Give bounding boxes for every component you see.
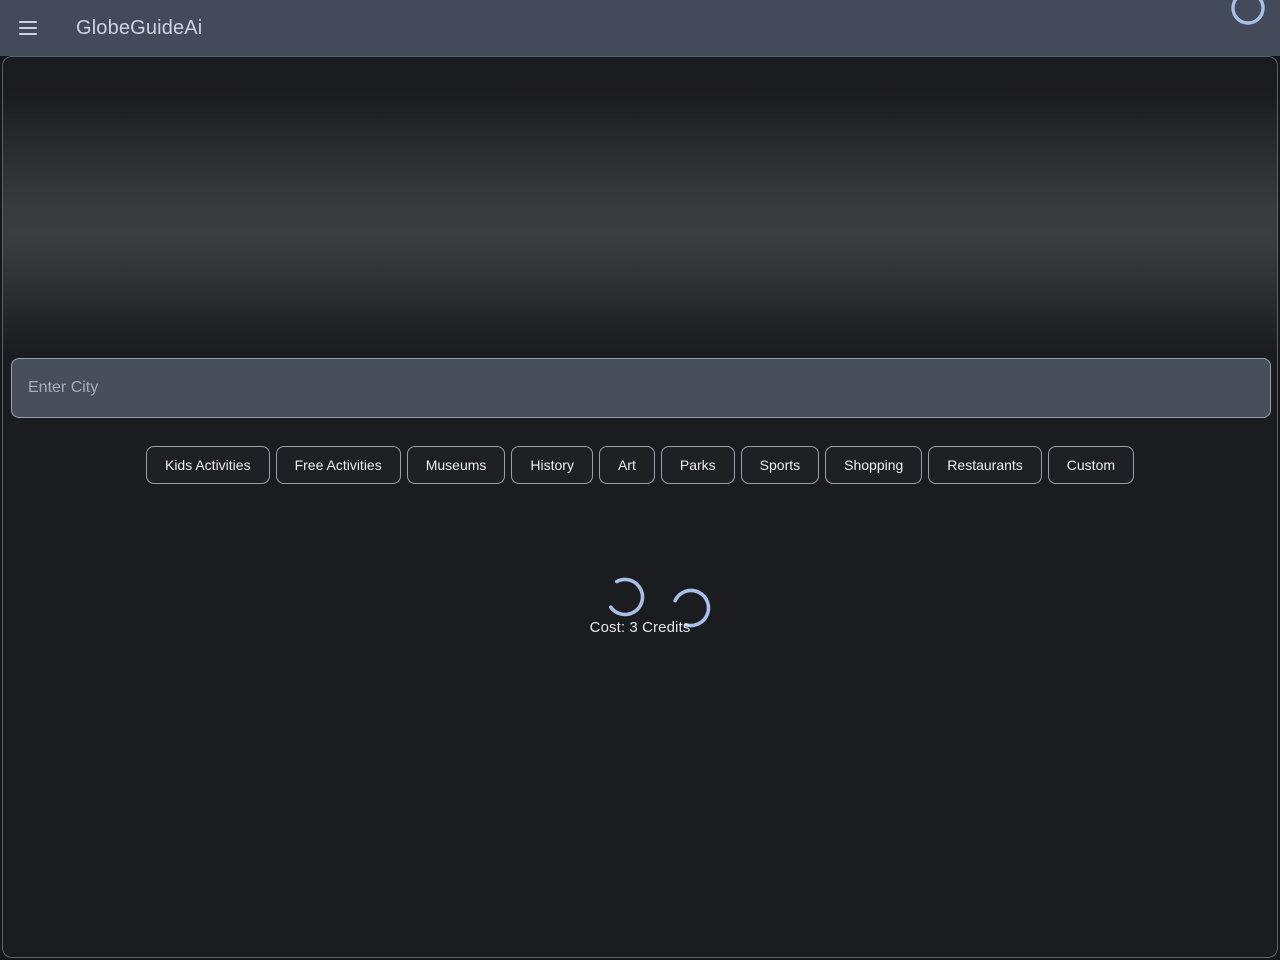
search-row [11, 358, 1271, 418]
loading-status-block: Cost: 3 Credits [3, 514, 1277, 636]
page-content-panel: Kids Activities Free Activities Museums … [2, 56, 1278, 958]
hamburger-menu-icon[interactable] [4, 4, 52, 52]
menu-bar-bottom [19, 33, 37, 35]
category-chip-parks[interactable]: Parks [660, 446, 735, 484]
app-bar: GlobeGuideAi [0, 0, 1280, 56]
hero-banner [3, 57, 1277, 355]
menu-bar-middle [19, 27, 37, 29]
cost-label: Cost: 3 Credits [589, 619, 691, 636]
primary-loading-spinner-icon [601, 573, 649, 621]
menu-bar-top [19, 21, 37, 23]
category-chip-art[interactable]: Art [598, 446, 655, 484]
category-chip-restaurants[interactable]: Restaurants [928, 446, 1042, 484]
category-chip-sports[interactable]: Sports [740, 446, 820, 484]
category-chip-kids-activities[interactable]: Kids Activities [145, 446, 270, 484]
category-chip-free-activities[interactable]: Free Activities [275, 446, 401, 484]
app-title: GlobeGuideAi [76, 16, 203, 39]
category-chip-shopping[interactable]: Shopping [825, 446, 923, 484]
category-chip-list: Kids Activities Free Activities Museums … [3, 446, 1277, 484]
category-chip-custom[interactable]: Custom [1047, 446, 1135, 484]
city-search-input[interactable] [11, 358, 1271, 418]
header-loading-spinner-icon [1228, 0, 1268, 28]
category-chip-museums[interactable]: Museums [406, 446, 506, 484]
category-chip-history[interactable]: History [511, 446, 593, 484]
